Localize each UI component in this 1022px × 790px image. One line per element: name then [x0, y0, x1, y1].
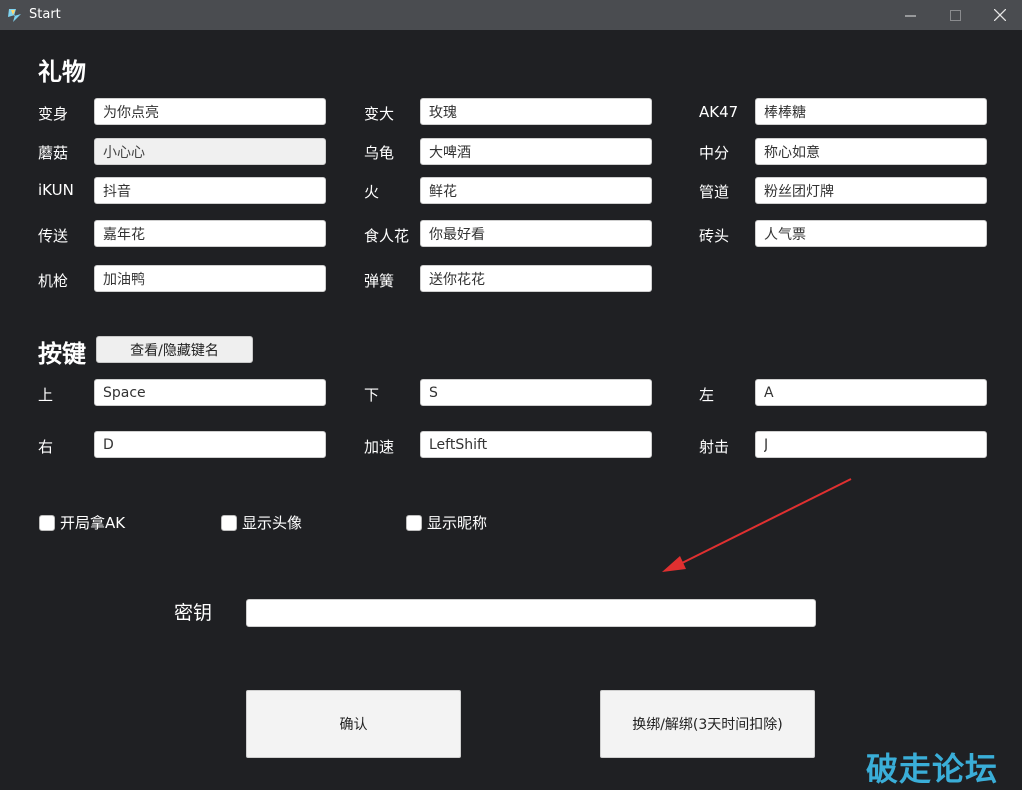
minimize-button[interactable] — [887, 0, 933, 30]
gift-label-huo: 火 — [364, 183, 380, 201]
gift-label-wugui: 乌龟 — [364, 144, 395, 162]
gift-label-zhongfen: 中分 — [699, 144, 730, 162]
key-input-shoot[interactable] — [755, 431, 987, 458]
window-title: Start — [29, 7, 61, 22]
close-button[interactable] — [977, 0, 1022, 30]
gift-input-guandao[interactable] — [755, 177, 987, 204]
gift-input-bianshen[interactable] — [94, 98, 326, 125]
gift-label-chuansong: 传送 — [38, 227, 69, 245]
forum-watermark: 破走论坛 — [866, 750, 999, 788]
gift-input-zhongfen[interactable] — [755, 138, 987, 165]
confirm-button[interactable]: 确认 — [246, 690, 461, 758]
key-label-down: 下 — [364, 386, 380, 404]
option-start-with-ak[interactable]: 开局拿AK — [39, 512, 125, 533]
gift-label-guandao: 管道 — [699, 183, 730, 201]
gift-label-ikun: iKUN — [38, 181, 74, 199]
key-label-shoot: 射击 — [699, 438, 730, 456]
maximize-button[interactable] — [932, 0, 978, 30]
license-key-input[interactable] — [246, 599, 816, 627]
option-start-with-ak-label: 开局拿AK — [60, 514, 126, 532]
key-input-left[interactable] — [755, 379, 987, 406]
gift-input-ak47[interactable] — [755, 98, 987, 125]
option-show-avatar-checkbox[interactable] — [221, 514, 237, 531]
key-label-left: 左 — [699, 386, 715, 404]
maximize-icon — [949, 9, 961, 21]
gift-input-huo[interactable] — [420, 177, 652, 204]
option-start-with-ak-checkbox[interactable] — [39, 514, 55, 531]
key-label-up: 上 — [38, 386, 54, 404]
key-label-boost: 加速 — [364, 438, 395, 456]
gift-input-chuansong[interactable] — [94, 220, 326, 247]
gift-label-bianda: 变大 — [364, 105, 395, 123]
app-icon — [8, 9, 21, 22]
gift-label-mogu: 蘑菇 — [38, 144, 69, 162]
gift-input-ikun[interactable] — [94, 177, 326, 204]
key-input-up[interactable] — [94, 379, 326, 406]
gift-input-tanhuang[interactable] — [420, 265, 652, 292]
unbind-button[interactable]: 换绑/解绑(3天时间扣除) — [600, 690, 815, 758]
toggle-key-names-button[interactable]: 查看/隐藏键名 — [96, 336, 253, 363]
gift-input-shirenhua[interactable] — [420, 220, 652, 247]
gift-input-mogu[interactable] — [94, 138, 326, 165]
option-show-nickname-checkbox[interactable] — [406, 514, 422, 531]
gift-label-ak47: AK47 — [699, 103, 739, 121]
keys-section-title: 按键 — [38, 340, 86, 368]
gift-input-wugui[interactable] — [420, 138, 652, 165]
gifts-section-title: 礼物 — [38, 58, 86, 86]
key-input-boost[interactable] — [420, 431, 652, 458]
close-icon — [994, 9, 1006, 21]
key-label-right: 右 — [38, 438, 54, 456]
gift-label-jiqiang: 机枪 — [38, 272, 69, 290]
key-input-down[interactable] — [420, 379, 652, 406]
title-bar: Start — [0, 0, 1022, 30]
gift-label-tanhuang: 弹簧 — [364, 272, 395, 290]
option-show-avatar[interactable]: 显示头像 — [221, 512, 302, 533]
key-input-right[interactable] — [94, 431, 326, 458]
gift-input-bianda[interactable] — [420, 98, 652, 125]
gift-input-zhuantou[interactable] — [755, 220, 987, 247]
option-show-nickname-label: 显示昵称 — [427, 514, 488, 532]
option-show-avatar-label: 显示头像 — [242, 514, 303, 532]
gift-label-zhuantou: 砖头 — [699, 227, 730, 245]
license-key-label: 密钥 — [174, 602, 213, 624]
gift-input-jiqiang[interactable] — [94, 265, 326, 292]
option-show-nickname[interactable]: 显示昵称 — [406, 512, 487, 533]
gift-label-bianshen: 变身 — [38, 105, 69, 123]
minimize-icon — [904, 15, 916, 16]
gift-label-shirenhua: 食人花 — [364, 227, 410, 245]
